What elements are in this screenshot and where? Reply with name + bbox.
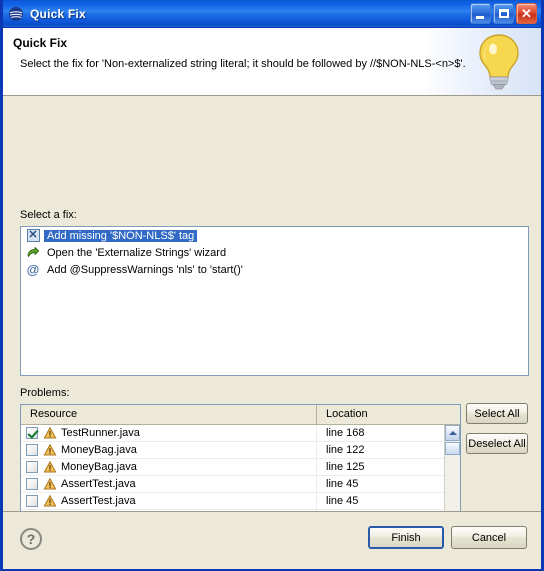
dialog-body: Select a fix: ✕ Add missing '$NON-NLS$' …: [3, 96, 541, 554]
cell-location: line 45: [326, 495, 359, 507]
resource-name: AssertTest.java: [61, 478, 136, 490]
fix-list-item[interactable]: ✕ Add missing '$NON-NLS$' tag: [21, 227, 528, 244]
row-checkbox[interactable]: [26, 478, 38, 490]
cell-location: line 45: [326, 478, 359, 490]
column-header-location[interactable]: Location: [317, 405, 460, 425]
problems-label: Problems:: [20, 387, 70, 399]
row-checkbox[interactable]: [26, 461, 38, 473]
close-button[interactable]: ✕: [516, 3, 537, 24]
resource-name: MoneyBag.java: [61, 444, 137, 456]
dialog-banner: Quick Fix Select the fix for 'Non-extern…: [3, 28, 541, 96]
banner-title: Quick Fix: [13, 36, 68, 50]
minimize-icon: [476, 16, 484, 19]
cell-resource: MoneyBag.java: [21, 459, 317, 475]
close-icon: ✕: [521, 5, 532, 21]
select-a-fix-label: Select a fix:: [20, 209, 77, 221]
fix-item-label: Add @SuppressWarnings 'nls' to 'start()': [47, 263, 243, 276]
table-row[interactable]: AssertTest.java line 45: [21, 493, 444, 510]
table-row[interactable]: MoneyBag.java line 122: [21, 442, 444, 459]
lightbulb-icon: [471, 31, 527, 93]
maximize-button[interactable]: [493, 3, 514, 24]
row-checkbox[interactable]: [26, 495, 38, 507]
cancel-button[interactable]: Cancel: [451, 526, 527, 549]
maximize-icon: [498, 9, 509, 18]
table-row[interactable]: MoneyBag.java line 125: [21, 459, 444, 476]
warning-icon: [43, 460, 57, 474]
warning-icon: [43, 443, 57, 457]
help-icon[interactable]: ?: [20, 528, 42, 550]
warning-icon: [43, 494, 57, 508]
table-row[interactable]: TestRunner.java line 168: [21, 425, 444, 442]
resource-name: MoneyBag.java: [61, 461, 137, 473]
dialog-footer: ? Finish Cancel: [3, 511, 541, 569]
green-arrow-icon: [25, 245, 41, 261]
banner-message: Select the fix for 'Non-externalized str…: [20, 58, 466, 70]
finish-button[interactable]: Finish: [368, 526, 444, 549]
warning-icon: [43, 426, 57, 440]
nls-tag-icon: ✕: [26, 229, 40, 242]
table-header-row: Resource Location: [21, 405, 460, 425]
minimize-button[interactable]: [470, 3, 491, 24]
fix-list[interactable]: ✕ Add missing '$NON-NLS$' tag Open the '…: [20, 226, 529, 376]
window-title: Quick Fix: [30, 6, 86, 21]
window-controls: ✕: [470, 3, 539, 24]
title-bar[interactable]: Quick Fix ✕: [3, 0, 541, 28]
row-checkbox[interactable]: [26, 444, 38, 456]
select-all-button[interactable]: Select All: [466, 403, 528, 424]
cell-resource: AssertTest.java: [21, 493, 317, 509]
at-annotation-icon: @: [26, 262, 40, 277]
fix-item-label: Open the 'Externalize Strings' wizard: [47, 246, 227, 259]
cell-location: line 125: [326, 461, 365, 473]
cell-resource: TestRunner.java: [21, 425, 317, 441]
column-header-resource[interactable]: Resource: [21, 405, 317, 425]
fix-item-label: Add missing '$NON-NLS$' tag: [44, 229, 198, 242]
table-row[interactable]: AssertTest.java line 45: [21, 476, 444, 493]
fix-list-item[interactable]: Open the 'Externalize Strings' wizard: [21, 244, 528, 261]
scrollbar-thumb[interactable]: [445, 442, 460, 455]
row-checkbox[interactable]: [26, 427, 38, 439]
scroll-up-button[interactable]: [445, 425, 460, 441]
resource-name: AssertTest.java: [61, 495, 136, 507]
resource-name: TestRunner.java: [61, 427, 140, 439]
cell-resource: MoneyBag.java: [21, 442, 317, 458]
cell-location: line 122: [326, 444, 365, 456]
chevron-up-icon: [448, 431, 457, 435]
deselect-all-button[interactable]: Deselect All: [466, 433, 528, 454]
warning-icon: [43, 477, 57, 491]
cell-location: line 168: [326, 427, 365, 439]
quick-fix-dialog: Quick Fix ✕ Quick Fix Select the fix for…: [0, 0, 544, 571]
fix-list-item[interactable]: @ Add @SuppressWarnings 'nls' to 'start(…: [21, 261, 528, 278]
cell-resource: AssertTest.java: [21, 476, 317, 492]
eclipse-icon: [8, 6, 24, 22]
